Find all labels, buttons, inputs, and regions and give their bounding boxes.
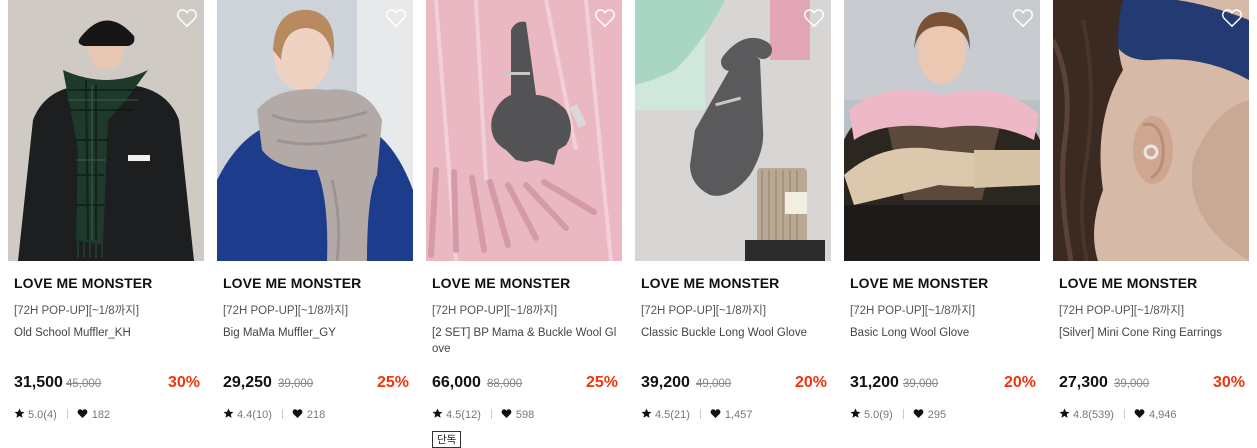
sale-price: 39,200 — [641, 374, 690, 391]
likes-count: 182 — [91, 409, 111, 421]
product-card[interactable]: LOVE ME MONSTER [72H POP-UP][~1/8까지] Bas… — [844, 0, 1040, 448]
discount-rate: 25% — [585, 374, 618, 391]
price-row: 27,300 39,000 30% — [1059, 374, 1245, 394]
heart-filled-icon — [292, 408, 303, 419]
product-card[interactable]: LOVE ME MONSTER [72H POP-UP][~1/8까지] Old… — [8, 0, 204, 448]
review-stats: 4.5(21) 1,457 — [641, 408, 752, 422]
discount-rate: 20% — [794, 374, 827, 391]
divider — [902, 409, 904, 419]
review-stats: 4.8(539) 4,946 — [1059, 408, 1177, 422]
sale-price: 31,200 — [850, 374, 899, 391]
likes-count: 598 — [515, 409, 535, 421]
star-icon — [1059, 408, 1070, 419]
rating-text: 4.5(21) — [655, 409, 690, 421]
wishlist-heart-icon[interactable] — [803, 8, 825, 28]
star-icon — [432, 408, 443, 419]
divider — [281, 409, 283, 419]
promo-text: [72H POP-UP][~1/8까지] — [641, 305, 767, 317]
wishlist-heart-icon[interactable] — [1221, 8, 1243, 28]
brand-name[interactable]: LOVE ME MONSTER — [223, 275, 361, 291]
product-name[interactable]: Big MaMa Muffler_GY — [223, 325, 409, 341]
star-icon — [223, 408, 234, 419]
wishlist-heart-icon[interactable] — [176, 8, 198, 28]
sale-price: 27,300 — [1059, 374, 1108, 391]
product-image[interactable] — [8, 0, 204, 261]
likes-count: 295 — [927, 409, 947, 421]
heart-filled-icon — [1134, 408, 1145, 419]
sale-price: 31,500 — [14, 374, 63, 391]
discount-rate: 30% — [1212, 374, 1245, 391]
rating-text: 5.0(9) — [864, 409, 893, 421]
product-image[interactable] — [635, 0, 831, 261]
heart-filled-icon — [77, 408, 88, 419]
promo-text: [72H POP-UP][~1/8까지] — [1059, 305, 1185, 317]
product-card[interactable]: LOVE ME MONSTER [72H POP-UP][~1/8까지] Big… — [217, 0, 413, 448]
brand-name[interactable]: LOVE ME MONSTER — [1059, 275, 1197, 291]
star-icon — [641, 408, 652, 419]
product-card[interactable]: LOVE ME MONSTER [72H POP-UP][~1/8까지] Cla… — [635, 0, 831, 448]
price-row: 66,000 88,000 25% — [432, 374, 618, 394]
wishlist-heart-icon[interactable] — [1012, 8, 1034, 28]
rating-text: 5.0(4) — [28, 409, 57, 421]
rating-text: 4.5(12) — [446, 409, 481, 421]
product-card[interactable]: LOVE ME MONSTER [72H POP-UP][~1/8까지] [2 … — [426, 0, 622, 448]
discount-rate: 30% — [167, 374, 200, 391]
brand-name[interactable]: LOVE ME MONSTER — [850, 275, 988, 291]
price-row: 31,500 45,000 30% — [14, 374, 200, 394]
product-name[interactable]: Old School Muffler_KH — [14, 325, 200, 341]
review-stats: 5.0(4) 182 — [14, 408, 110, 422]
wishlist-heart-icon[interactable] — [594, 8, 616, 28]
review-stats: 5.0(9) 295 — [850, 408, 946, 422]
product-image[interactable] — [426, 0, 622, 261]
brand-name[interactable]: LOVE ME MONSTER — [641, 275, 779, 291]
product-card[interactable]: LOVE ME MONSTER [72H POP-UP][~1/8까지] [Si… — [1053, 0, 1249, 448]
product-grid: LOVE ME MONSTER [72H POP-UP][~1/8까지] Old… — [8, 0, 1257, 448]
product-name[interactable]: Classic Buckle Long Wool Glove — [641, 325, 827, 341]
original-price: 45,000 — [66, 378, 102, 390]
original-price: 39,000 — [903, 378, 939, 390]
rating-text: 4.8(539) — [1073, 409, 1114, 421]
divider — [1123, 409, 1125, 419]
product-name[interactable]: [2 SET] BP Mama & Buckle Wool Glove — [432, 325, 618, 357]
original-price: 88,000 — [487, 378, 523, 390]
product-name[interactable]: Basic Long Wool Glove — [850, 325, 1036, 341]
likes-count: 218 — [306, 409, 326, 421]
heart-filled-icon — [710, 408, 721, 419]
star-icon — [850, 408, 861, 419]
heart-filled-icon — [501, 408, 512, 419]
likes-count: 1,457 — [724, 409, 753, 421]
exclusive-badge: 단독 — [432, 431, 462, 448]
review-stats: 4.5(12) 598 — [432, 408, 534, 422]
price-row: 31,200 39,000 20% — [850, 374, 1036, 394]
price-row: 39,200 49,000 20% — [641, 374, 827, 394]
sale-price: 66,000 — [432, 374, 481, 391]
promo-text: [72H POP-UP][~1/8까지] — [850, 305, 976, 317]
discount-rate: 25% — [376, 374, 409, 391]
product-image[interactable] — [1053, 0, 1249, 261]
original-price: 39,000 — [278, 378, 314, 390]
promo-text: [72H POP-UP][~1/8까지] — [14, 305, 140, 317]
product-image[interactable] — [844, 0, 1040, 261]
product-name[interactable]: [Silver] Mini Cone Ring Earrings — [1059, 325, 1245, 341]
brand-name[interactable]: LOVE ME MONSTER — [14, 275, 152, 291]
star-icon — [14, 408, 25, 419]
original-price: 39,000 — [1114, 378, 1150, 390]
heart-filled-icon — [913, 408, 924, 419]
original-price: 49,000 — [696, 378, 732, 390]
likes-count: 4,946 — [1148, 409, 1177, 421]
discount-rate: 20% — [1003, 374, 1036, 391]
brand-name[interactable]: LOVE ME MONSTER — [432, 275, 570, 291]
divider — [699, 409, 701, 419]
promo-text: [72H POP-UP][~1/8까지] — [432, 305, 558, 317]
sale-price: 29,250 — [223, 374, 272, 391]
review-stats: 4.4(10) 218 — [223, 408, 325, 422]
promo-text: [72H POP-UP][~1/8까지] — [223, 305, 349, 317]
product-image[interactable] — [217, 0, 413, 261]
divider — [66, 409, 68, 419]
wishlist-heart-icon[interactable] — [385, 8, 407, 28]
price-row: 29,250 39,000 25% — [223, 374, 409, 394]
divider — [490, 409, 492, 419]
rating-text: 4.4(10) — [237, 409, 272, 421]
